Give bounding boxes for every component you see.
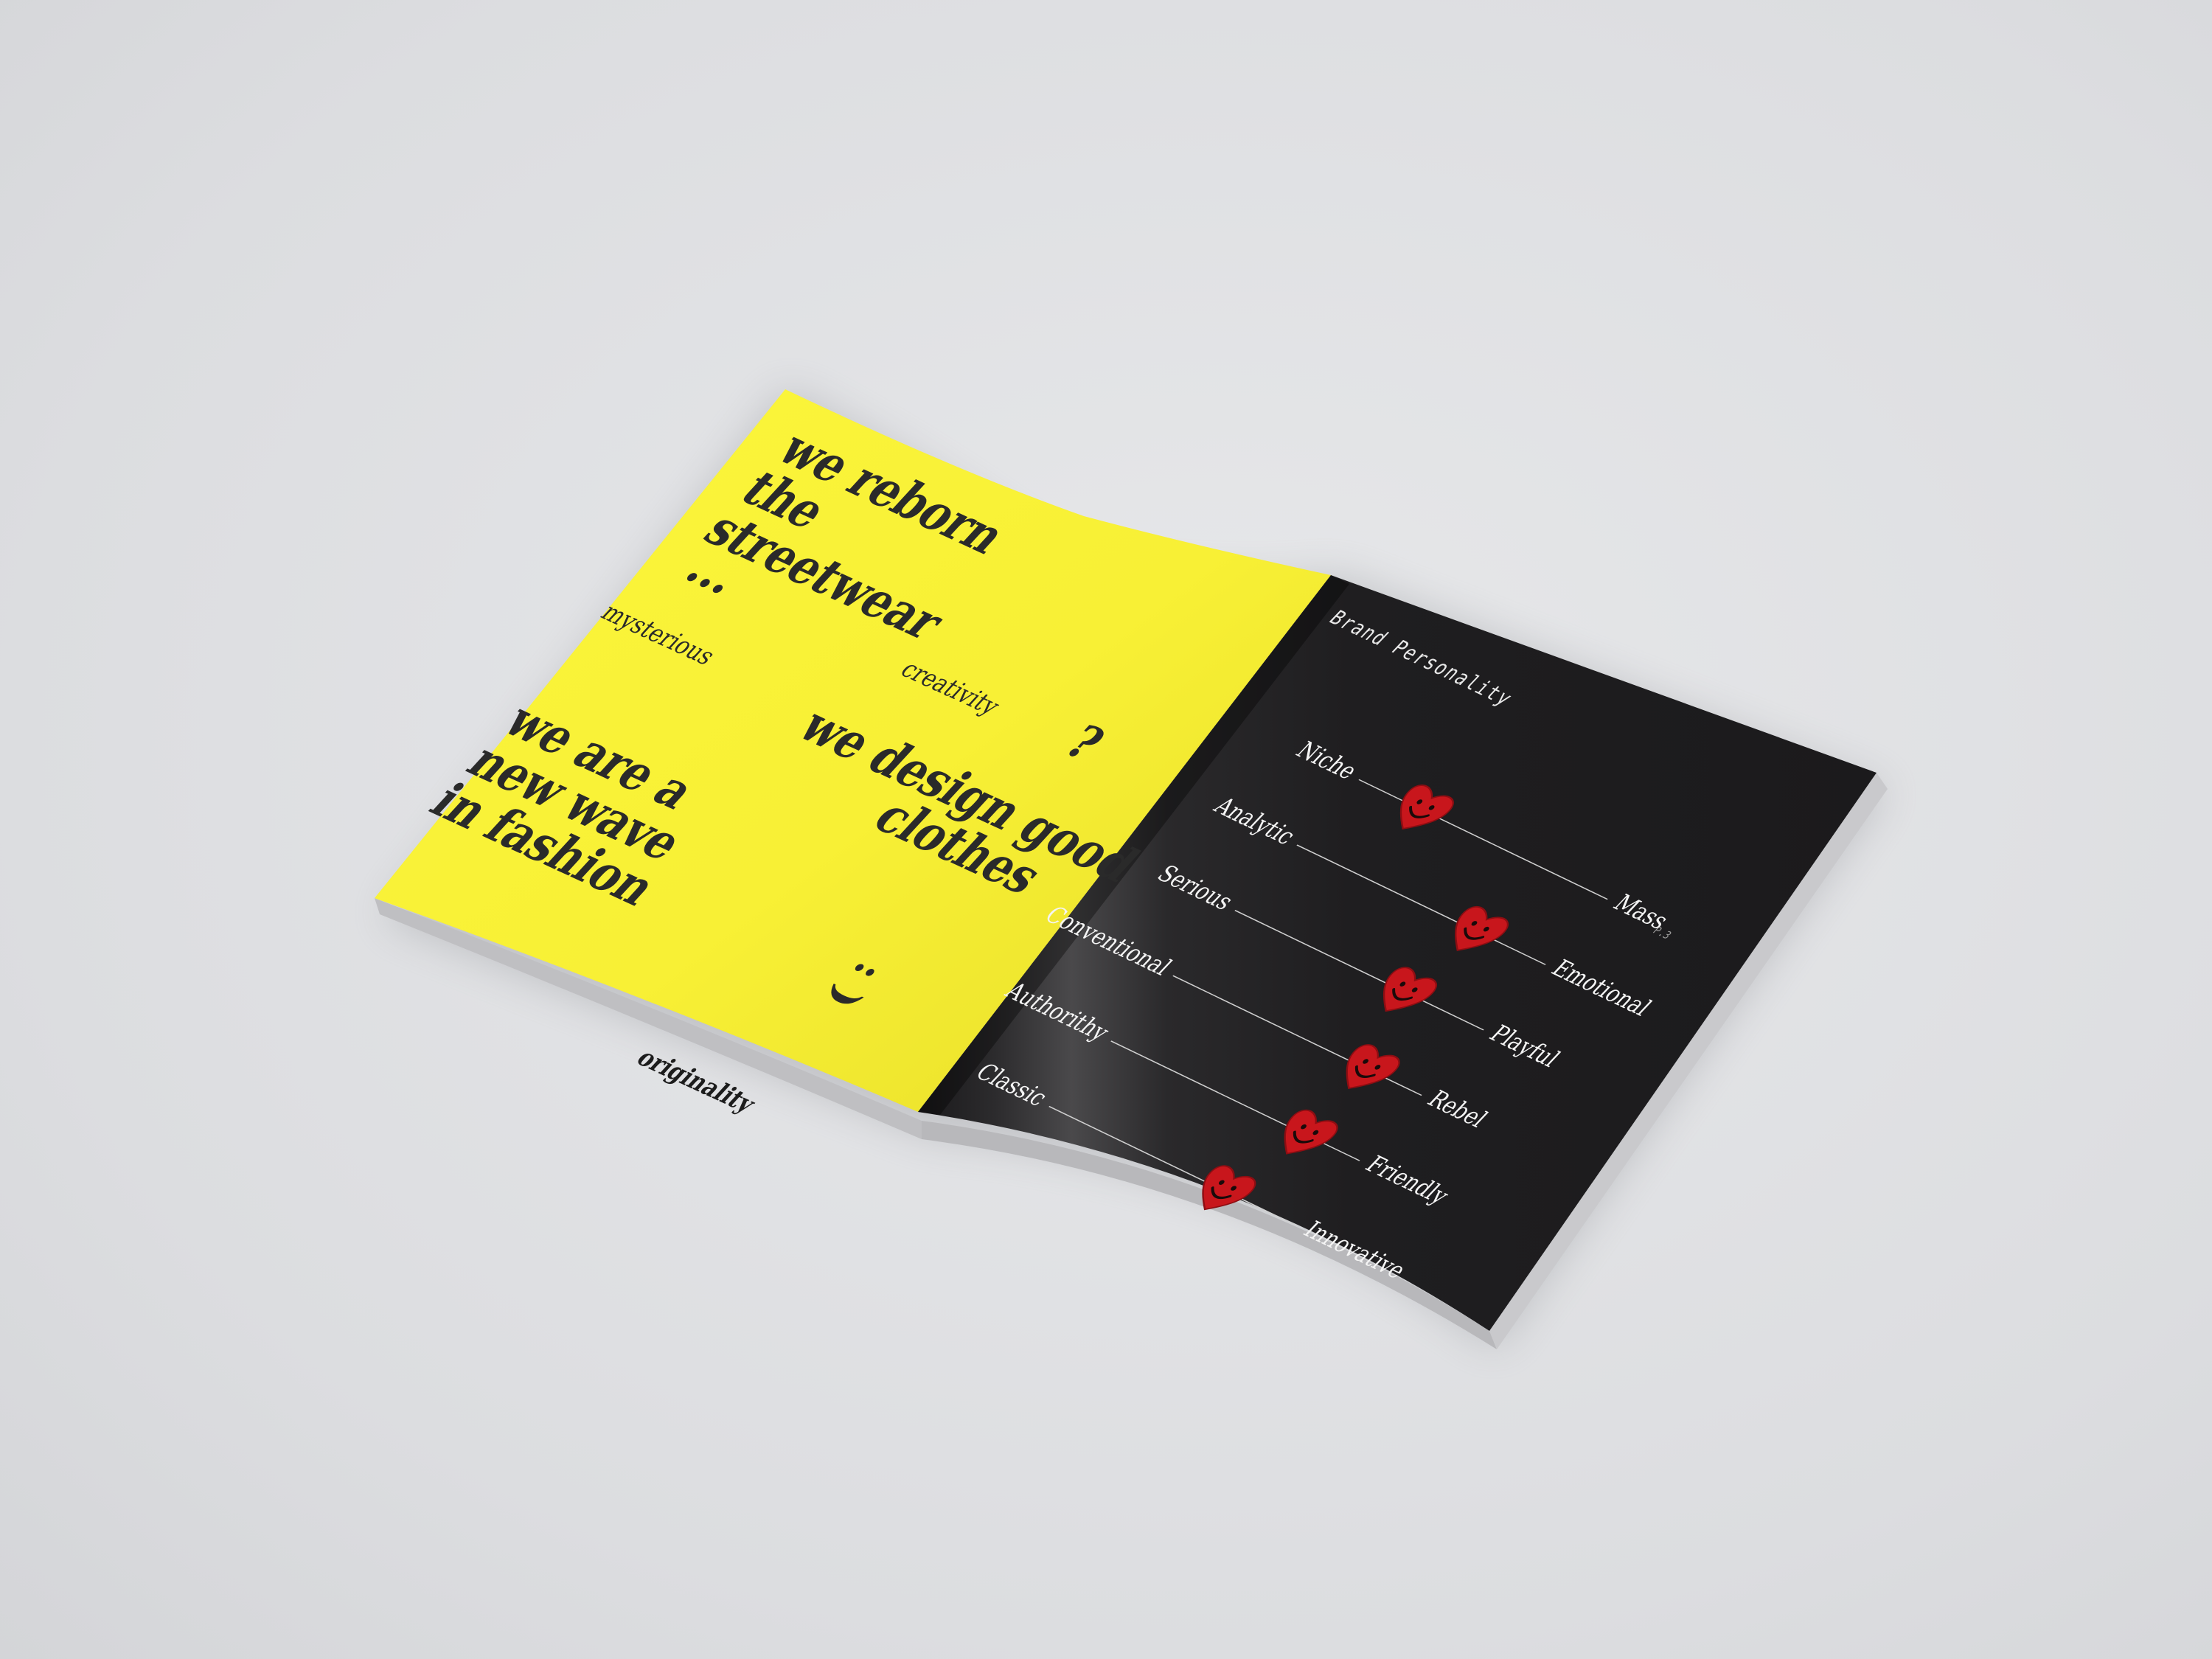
trait-right-friendly: Friendly [1359, 1151, 1455, 1210]
magazine-mockup-scene: we reborn the streetwear ... creativity … [0, 0, 2212, 1659]
heart-smiley-icon [1202, 1165, 1256, 1211]
trait-left-serious: Serious [1151, 860, 1240, 916]
scale-line [1296, 844, 1546, 965]
trait-right-innovative: Innovative [1297, 1216, 1413, 1284]
word-mysterious: mysterious [594, 597, 723, 670]
heart-smiley-icon [1284, 1109, 1338, 1155]
trait-left-niche: Niche [1290, 737, 1364, 785]
trait-left-classic: Classic [969, 1058, 1054, 1112]
trait-left-conventional: Conventional [1038, 901, 1178, 981]
scale-line [1048, 1105, 1298, 1227]
question-mark: ? [1053, 714, 1116, 771]
ellipsis: ... [673, 539, 756, 605]
scale-line [1358, 779, 1608, 900]
trait-left-authorithy: Authorithy [998, 977, 1116, 1046]
heart-smiley-icon [1455, 905, 1509, 951]
word-originality: originality [630, 1043, 763, 1119]
heart-smiley-icon [1346, 1043, 1400, 1089]
heart-smiley-icon [1399, 785, 1454, 830]
smiley-face: : ) [818, 956, 894, 1015]
trait-right-rebel: Rebel [1421, 1085, 1494, 1133]
word-creativity: creativity [894, 655, 1007, 720]
heart-smiley-icon [1382, 967, 1437, 1012]
trait-left-analytic: Analytic [1208, 792, 1302, 850]
trait-right-emotional: Emotional [1545, 955, 1658, 1021]
trait-right-playful: Playful [1483, 1020, 1566, 1073]
